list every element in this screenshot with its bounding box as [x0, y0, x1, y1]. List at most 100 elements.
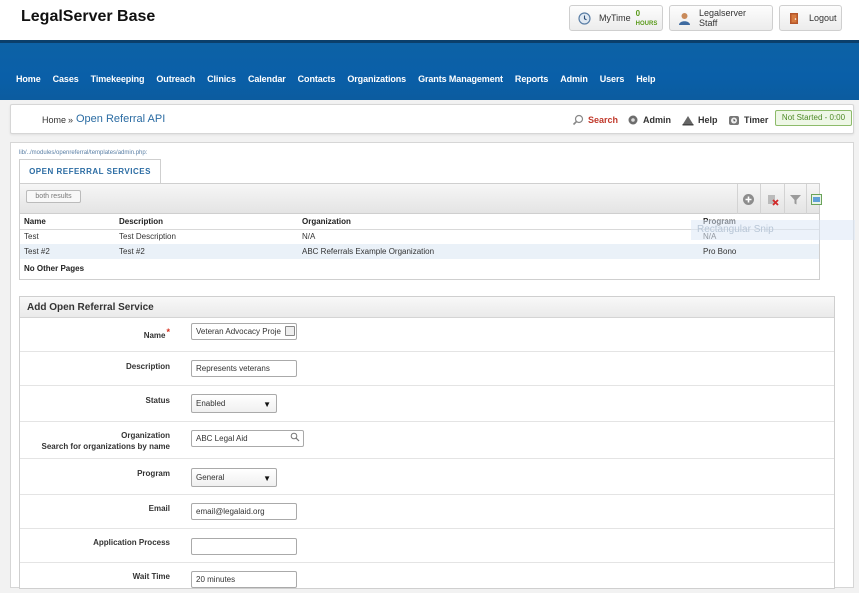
timer-icon	[728, 114, 740, 126]
nav-organizations[interactable]: Organizations	[347, 74, 406, 84]
door-icon	[788, 12, 801, 25]
nav-admin[interactable]: Admin	[560, 74, 588, 84]
search-link[interactable]: Search	[572, 114, 618, 126]
form-row-description: Description Represents veterans	[20, 352, 834, 386]
organization-hint: Search for organizations by name	[41, 442, 170, 451]
timer-label: Timer	[744, 115, 769, 125]
breadcrumb-separator: »	[68, 115, 74, 125]
help-link[interactable]: Help	[682, 114, 718, 126]
main-panel: lib/../modules/openreferral/templates/ad…	[10, 142, 855, 589]
search-icon[interactable]	[290, 432, 300, 446]
form-title: Add Open Referral Service	[20, 297, 834, 318]
nav-help[interactable]: Help	[636, 74, 655, 84]
app-title: LegalServer Base	[21, 8, 156, 25]
nav-cases[interactable]: Cases	[53, 74, 79, 84]
breadcrumb-home[interactable]: Home	[42, 115, 66, 125]
form-row-name: Name* Veteran Advocacy Proje	[20, 318, 834, 352]
search-label: Search	[588, 115, 619, 125]
description-input[interactable]: Represents veterans	[191, 360, 297, 377]
mytime-hours: 0 HOURS	[635, 9, 658, 27]
timer-link[interactable]: Timer	[728, 114, 768, 126]
top-header: LegalServer Base MyTime 0 HOURS Legalser…	[0, 0, 859, 40]
name-input-value: Veteran Advocacy Proje	[196, 327, 281, 336]
nav-timekeeping[interactable]: Timekeeping	[91, 74, 145, 84]
cell-organization: ABC Referrals Example Organization	[298, 244, 699, 259]
toolbar-divider	[760, 184, 761, 214]
search-icon	[572, 114, 584, 126]
export-icon[interactable]	[806, 189, 826, 209]
delete-icon[interactable]	[762, 189, 782, 209]
nav-calendar[interactable]: Calendar	[248, 74, 286, 84]
form-row-application-process: Application Process	[20, 529, 834, 563]
help-icon	[682, 114, 694, 126]
mytime-label: MyTime	[599, 13, 631, 23]
nav-reports[interactable]: Reports	[515, 74, 548, 84]
breadcrumb-bar: Home » Open Referral API Search Admin He…	[10, 104, 854, 134]
column-header-description[interactable]: Description	[115, 214, 298, 230]
description-input-value: Represents veterans	[196, 364, 270, 373]
email-input-value: email@legalaid.org	[196, 507, 265, 516]
nav-users[interactable]: Users	[600, 74, 625, 84]
snip-overlay: Rectangular Snip	[691, 220, 855, 240]
timer-status: Not Started - 0:00	[775, 110, 852, 126]
table-row[interactable]: Test #2 Test #2 ABC Referrals Example Or…	[20, 244, 819, 259]
email-input[interactable]: email@legalaid.org	[191, 503, 297, 520]
form-row-wait-time: Wait Time 20 minutes	[20, 563, 834, 593]
admin-link[interactable]: Admin	[627, 114, 671, 126]
column-header-organization[interactable]: Organization	[298, 214, 699, 230]
admin-label: Admin	[643, 115, 671, 125]
column-header-name[interactable]: Name	[20, 214, 115, 230]
nav-items: Home Cases Timekeeping Outreach Clinics …	[16, 74, 667, 84]
name-label: Name*	[143, 327, 170, 340]
filter-icon[interactable]	[785, 189, 805, 209]
user-label: Legalserver Staff	[699, 8, 747, 28]
cell-name[interactable]: Test	[20, 229, 115, 244]
both-results-button[interactable]: both results	[26, 190, 81, 203]
nav-grants-management[interactable]: Grants Management	[418, 74, 503, 84]
organization-search-input[interactable]: ABC Legal Aid	[191, 430, 304, 447]
template-path: lib/../modules/openreferral/templates/ad…	[19, 150, 148, 156]
status-select[interactable]: Enabled ▼	[191, 394, 277, 413]
tab-open-referral-services[interactable]: OPEN REFERRAL SERVICES	[19, 159, 161, 183]
picker-icon[interactable]	[285, 326, 295, 336]
mytime-button[interactable]: MyTime 0 HOURS	[569, 5, 663, 31]
description-label: Description	[125, 362, 170, 371]
status-select-value: Enabled	[196, 399, 226, 408]
program-select-value: General	[196, 473, 225, 482]
form-row-program: Program General ▼	[20, 459, 834, 495]
page-title[interactable]: Open Referral API	[76, 113, 165, 125]
logout-label: Logout	[809, 13, 837, 23]
program-select[interactable]: General ▼	[191, 468, 277, 487]
organization-label: Organization Search for organizations by…	[20, 431, 170, 451]
add-service-form: Add Open Referral Service Name* Veteran …	[19, 296, 835, 589]
cell-organization: N/A	[302, 232, 316, 242]
user-button[interactable]: Legalserver Staff	[669, 5, 773, 31]
email-label: Email	[148, 504, 170, 513]
form-row-status: Status Enabled ▼	[20, 386, 834, 422]
application-process-label: Application Process	[93, 538, 170, 547]
logout-button[interactable]: Logout	[779, 5, 842, 31]
wait-time-label: Wait Time	[132, 572, 170, 581]
program-label: Program	[137, 469, 170, 478]
clock-icon	[578, 11, 591, 25]
form-row-email: Email email@legalaid.org	[20, 495, 834, 529]
nav-home[interactable]: Home	[16, 74, 41, 84]
main-nav: Home Cases Timekeeping Outreach Clinics …	[0, 40, 859, 100]
cell-program: Pro Bono	[699, 244, 819, 259]
cell-name[interactable]: Test #2	[20, 244, 115, 259]
nav-contacts[interactable]: Contacts	[298, 74, 336, 84]
pagination-status: No Other Pages	[24, 264, 85, 273]
cell-description: Test #2	[115, 244, 298, 259]
name-input[interactable]: Veteran Advocacy Proje	[191, 323, 297, 340]
application-process-input[interactable]	[191, 538, 297, 555]
gear-icon	[627, 114, 639, 126]
nav-clinics[interactable]: Clinics	[207, 74, 236, 84]
cell-description: Test Description	[119, 232, 176, 242]
list-toolbar: both results	[20, 184, 822, 214]
wait-time-input-value: 20 minutes	[196, 575, 236, 584]
add-icon[interactable]	[738, 189, 758, 209]
wait-time-input[interactable]: 20 minutes	[191, 571, 297, 588]
help-label: Help	[698, 115, 718, 125]
form-row-organization: Organization Search for organizations by…	[20, 422, 834, 459]
nav-outreach[interactable]: Outreach	[156, 74, 195, 84]
